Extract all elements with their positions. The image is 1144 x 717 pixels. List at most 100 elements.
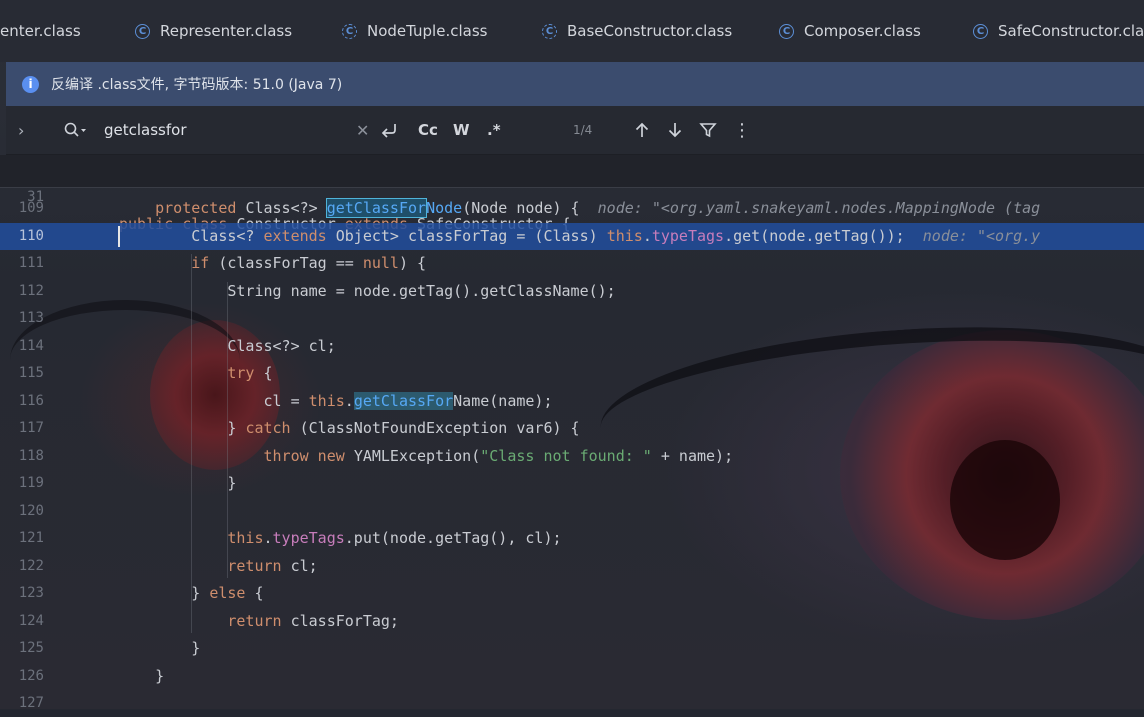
- code-line-text: cl = this.getClassForName(name);: [119, 388, 553, 415]
- tab-safeconstructor[interactable]: C SafeConstructor.class: [973, 0, 1144, 62]
- code-line[interactable]: 111 if (classForTag == null) {: [0, 250, 1144, 277]
- sticky-code-line: 31 public class Constructor extends Safe…: [0, 157, 1144, 233]
- code-token: (classForTag ==: [218, 254, 363, 272]
- match-case-toggle[interactable]: Cc: [418, 106, 438, 154]
- code-token: throw new: [263, 446, 354, 465]
- next-match-arrow-down-icon[interactable]: [667, 106, 683, 154]
- code-line[interactable]: 118 throw new YAMLException("Class not f…: [0, 443, 1144, 470]
- tab-composer[interactable]: C Composer.class: [779, 0, 921, 62]
- line-number: 118: [18, 447, 44, 464]
- line-number: 111: [18, 255, 44, 271]
- expand-replace-chevron-icon[interactable]: ›: [18, 106, 24, 154]
- tab-label: enter.class: [0, 22, 81, 40]
- code-token: }: [155, 666, 165, 685]
- tab-label: Composer.class: [804, 22, 921, 40]
- code-token: }: [227, 419, 246, 437]
- indent-guide: [191, 254, 193, 633]
- code-token: .: [263, 529, 273, 547]
- code-token: (ClassNotFoundException var6) {: [299, 419, 580, 437]
- tab-label: SafeConstructor.class: [998, 22, 1144, 40]
- code-line-text: if (classForTag == null) {: [119, 250, 426, 277]
- clear-search-icon[interactable]: ✕: [356, 106, 369, 154]
- tab-nodetuple[interactable]: C NodeTuple.class: [342, 0, 487, 62]
- tab-representer[interactable]: C Representer.class: [135, 0, 292, 62]
- code-line[interactable]: 126 }: [0, 663, 1144, 690]
- class-icon: C: [973, 23, 988, 39]
- class-icon: C: [542, 23, 557, 39]
- code-token: node: "<org.y: [922, 226, 1041, 245]
- code-line[interactable]: 113: [0, 305, 1144, 332]
- code-token: typeTags: [651, 226, 725, 245]
- code-token: .: [642, 226, 652, 245]
- info-icon: i: [22, 75, 39, 93]
- code-line[interactable]: 119 }: [0, 470, 1144, 497]
- code-token: Name(name);: [453, 391, 553, 410]
- whole-words-toggle[interactable]: W: [453, 106, 470, 154]
- line-number: 127: [18, 695, 44, 711]
- line-number: 115: [18, 365, 44, 381]
- search-history-return-icon[interactable]: [380, 106, 400, 154]
- search-input[interactable]: getclassfor: [104, 106, 187, 154]
- line-number: 110: [18, 227, 44, 244]
- code-token: typeTags: [272, 529, 345, 547]
- editor-tab-bar: enter.class C Representer.class C NodeTu…: [0, 0, 1144, 62]
- line-number: 124: [18, 612, 44, 629]
- code-line[interactable]: 122 return cl;: [0, 553, 1144, 580]
- line-number: 114: [18, 337, 44, 354]
- previous-match-arrow-up-icon[interactable]: [634, 106, 650, 154]
- code-token: Class<?>: [245, 199, 327, 217]
- code-editor[interactable]: 31 public class Constructor extends Safe…: [0, 155, 1144, 711]
- current-code-line[interactable]: 110 Class<? extends Object> classForTag …: [0, 222, 1144, 250]
- code-line[interactable]: 127: [0, 690, 1144, 717]
- code-line[interactable]: 121 this.typeTags.put(node.getTag(), cl)…: [0, 525, 1144, 552]
- tab-label: NodeTuple.class: [367, 22, 488, 40]
- filter-icon[interactable]: [699, 106, 717, 154]
- search-match-highlight: getClassFor: [325, 198, 428, 218]
- tab-baseconstructor[interactable]: C BaseConstructor.class: [542, 0, 732, 62]
- code-line[interactable]: 124 return classForTag;: [0, 608, 1144, 635]
- find-bar: › getclassfor ✕ Cc W .* 1/4 ⋮: [6, 106, 1144, 155]
- search-history-icon[interactable]: [64, 106, 90, 154]
- code-token: this: [606, 226, 643, 245]
- code-line[interactable]: 120: [0, 498, 1144, 525]
- code-line[interactable]: 117 } catch (ClassNotFoundException var6…: [0, 415, 1144, 442]
- code-line[interactable]: 125 }: [0, 635, 1144, 662]
- line-number: 119: [18, 475, 44, 491]
- code-line[interactable]: 114 Class<?> cl;: [0, 333, 1144, 360]
- code-line[interactable]: 112 String name = node.getTag().getClass…: [0, 278, 1144, 305]
- sticky-scroll-header[interactable]: 31 public class Constructor extends Safe…: [0, 155, 1144, 233]
- line-number: 120: [18, 502, 44, 519]
- code-token: ) {: [398, 254, 427, 272]
- code-token: .: [344, 391, 354, 410]
- regex-toggle[interactable]: .*: [487, 106, 501, 154]
- code-token: protected: [155, 199, 246, 217]
- code-line[interactable]: 123 } else {: [0, 580, 1144, 607]
- code-line[interactable]: 109 protected Class<?> getClassForNode(N…: [0, 195, 1144, 222]
- more-options-icon[interactable]: ⋮: [733, 106, 751, 154]
- code-token: extends: [263, 226, 336, 245]
- banner-text: 反编译 .class文件, 字节码版本: 51.0 (Java 7): [51, 77, 343, 93]
- class-icon: C: [342, 23, 357, 39]
- code-line[interactable]: 116 cl = this.getClassForName(name);: [0, 388, 1144, 415]
- class-icon: C: [135, 23, 150, 39]
- code-line[interactable]: 115 try {: [0, 360, 1144, 387]
- code-line-text: try {: [119, 360, 272, 387]
- line-number: 117: [18, 420, 44, 436]
- code-line-text: }: [119, 663, 164, 690]
- code-line-text: }: [119, 635, 200, 662]
- tab-partial[interactable]: enter.class: [0, 0, 81, 62]
- code-token: "Class not found: ": [480, 446, 652, 465]
- code-token: Class<?> cl;: [227, 336, 336, 355]
- code-token: else: [209, 584, 255, 602]
- code-token: String name = node.getTag().getClassName…: [227, 281, 616, 300]
- line-number: 109: [18, 200, 44, 216]
- indent-guide: [227, 281, 229, 578]
